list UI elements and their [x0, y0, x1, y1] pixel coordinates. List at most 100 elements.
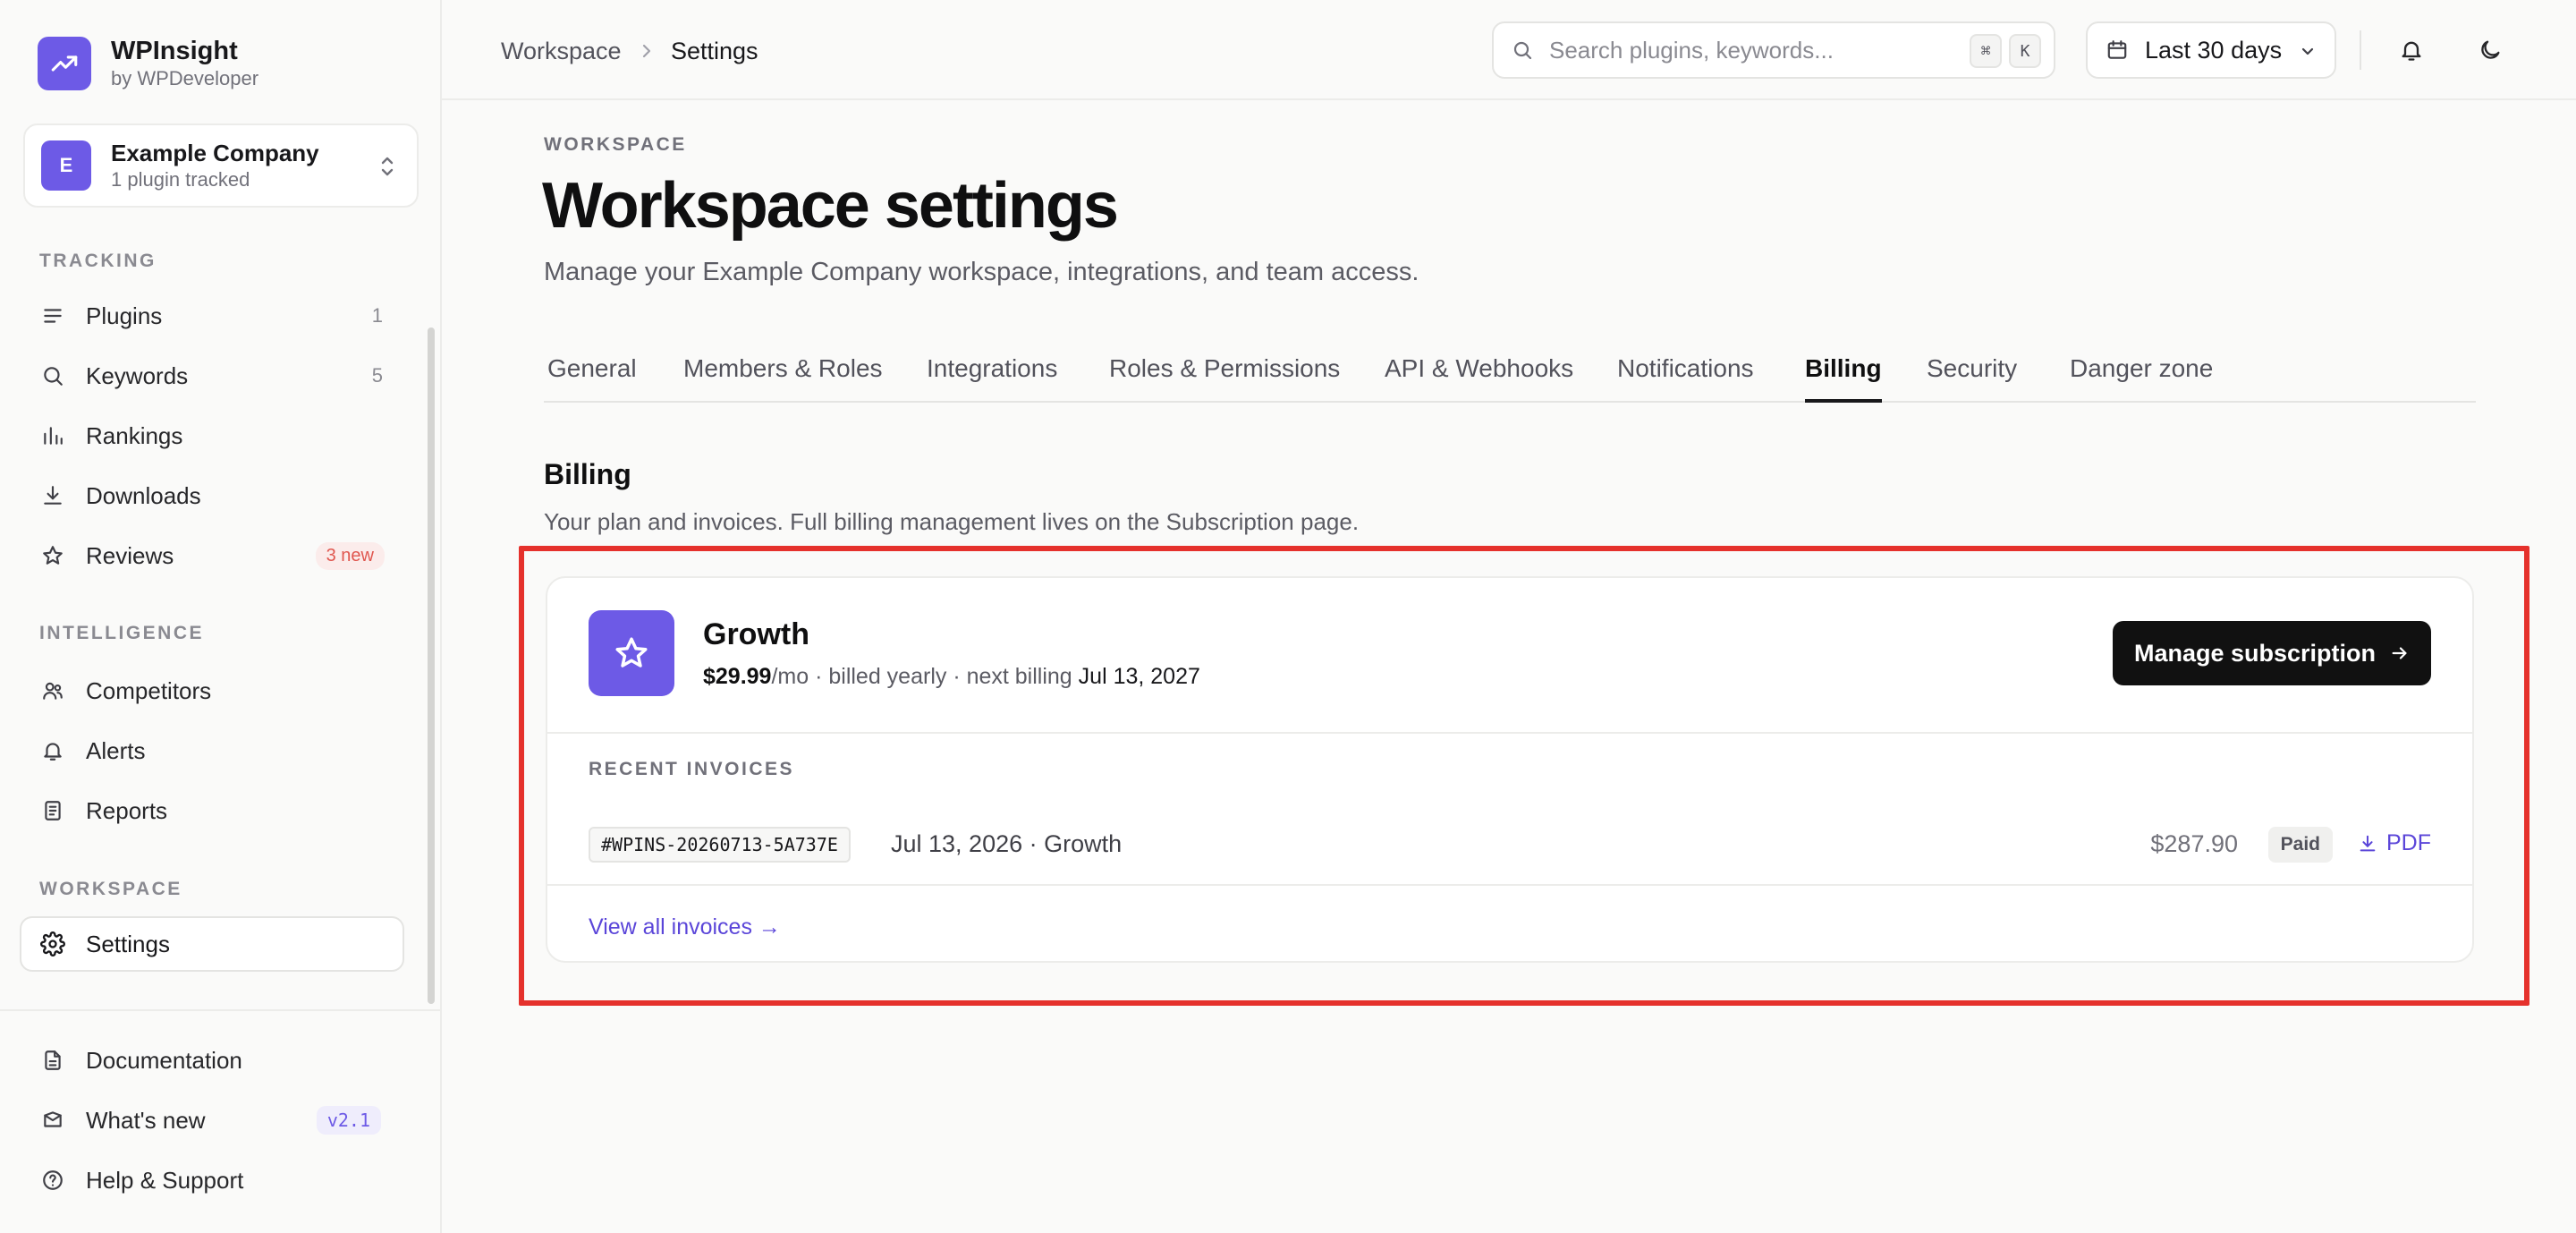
star-icon	[39, 542, 66, 569]
billing-section-description: Your plan and invoices. Full billing man…	[544, 508, 1360, 535]
chevrons-up-down-icon	[377, 154, 397, 179]
sidebar-item-label: Keywords	[86, 361, 189, 389]
search-input[interactable]	[1549, 36, 1961, 64]
manage-subscription-button[interactable]: Manage subscription	[2113, 621, 2431, 685]
sidebar-item-reports[interactable]: Reports	[21, 783, 402, 838]
view-all-invoices-link[interactable]: View all invoices →	[589, 914, 781, 940]
document-icon	[39, 1047, 66, 1074]
sidebar-item-label: Help & Support	[86, 1166, 244, 1194]
company-switcher[interactable]: E Example Company 1 plugin tracked	[23, 123, 419, 208]
date-range-label: Last 30 days	[2145, 36, 2283, 64]
sidebar-item-label: Settings	[86, 930, 170, 957]
plan-name: Growth	[703, 617, 809, 651]
settings-tabs: General Members & Roles Integrations Rol…	[544, 345, 2476, 403]
sidebar: WPInsight by WPDeveloper E Example Compa…	[0, 0, 442, 1233]
sidebar-item-label: Downloads	[86, 481, 201, 509]
plan-next-date: Jul 13, 2027	[1078, 664, 1200, 689]
sidebar-item-alerts[interactable]: Alerts	[21, 723, 402, 778]
plugins-count: 1	[371, 304, 383, 327]
tab-security[interactable]: Security	[1927, 354, 2017, 403]
kbd-k: K	[2009, 34, 2041, 68]
gift-icon	[39, 1107, 66, 1134]
plan-price: $29.99	[703, 664, 772, 689]
kbd-command: ⌘	[1970, 34, 2002, 68]
brand-name: WPInsight	[111, 37, 238, 65]
billing-card: Growth $29.99/mo · billed yearly · next …	[546, 576, 2474, 963]
sidebar-item-plugins[interactable]: Plugins 1	[21, 288, 402, 344]
tab-integrations[interactable]: Integrations	[927, 354, 1057, 403]
sidebar-item-help-support[interactable]: Help & Support	[21, 1152, 402, 1208]
sidebar-scrollbar[interactable]	[428, 327, 435, 1004]
tab-roles-permissions[interactable]: Roles & Permissions	[1109, 354, 1340, 403]
sidebar-item-label: Documentation	[86, 1046, 242, 1074]
sidebar-item-label: Plugins	[86, 302, 163, 329]
card-divider	[547, 884, 2472, 886]
date-range-select[interactable]: Last 30 days	[2086, 21, 2336, 79]
moon-icon[interactable]	[2472, 32, 2508, 68]
sidebar-item-label: Competitors	[86, 676, 212, 704]
company-subtitle: 1 plugin tracked	[111, 168, 250, 191]
sidebar-item-downloads[interactable]: Downloads	[21, 468, 402, 523]
arrow-right-icon	[2390, 643, 2410, 663]
list-icon	[39, 302, 66, 329]
download-icon	[39, 482, 66, 509]
sidebar-item-rankings[interactable]: Rankings	[21, 408, 402, 463]
breadcrumb-workspace[interactable]: Workspace	[501, 36, 622, 66]
brand-subtitle: by WPDeveloper	[111, 67, 259, 89]
download-icon	[2358, 834, 2386, 854]
tab-members-roles[interactable]: Members & Roles	[683, 354, 883, 403]
notifications-bell-icon[interactable]	[2394, 32, 2429, 68]
section-label-workspace: WORKSPACE	[39, 879, 182, 899]
users-icon	[39, 677, 66, 704]
manage-subscription-label: Manage subscription	[2133, 639, 2377, 667]
help-icon	[39, 1167, 66, 1194]
invoice-id: #WPINS-20260713-5A737E	[589, 827, 851, 863]
sidebar-item-reviews[interactable]: Reviews 3 new	[21, 528, 402, 583]
brand[interactable]: WPInsight by WPDeveloper	[38, 36, 258, 91]
tab-notifications[interactable]: Notifications	[1617, 354, 1754, 403]
page-description: Manage your Example Company workspace, i…	[544, 258, 1419, 286]
card-divider	[547, 732, 2472, 734]
report-icon	[39, 797, 66, 824]
company-name: Example Company	[111, 140, 319, 166]
search-icon	[1512, 39, 1533, 61]
tab-danger-zone[interactable]: Danger zone	[2070, 354, 2213, 403]
bar-chart-icon	[39, 422, 66, 449]
search-icon	[39, 362, 66, 389]
sidebar-item-whats-new[interactable]: What's new v2.1	[21, 1093, 402, 1148]
sidebar-item-documentation[interactable]: Documentation	[21, 1033, 402, 1088]
tab-billing[interactable]: Billing	[1805, 354, 1882, 403]
tab-api-webhooks[interactable]: API & Webhooks	[1385, 354, 1573, 403]
section-label-intelligence: INTELLIGENCE	[39, 623, 205, 643]
bell-icon	[39, 737, 66, 764]
tab-general[interactable]: General	[547, 354, 637, 403]
invoice-pdf-link[interactable]: PDF	[2358, 830, 2431, 856]
page-title: Workspace settings	[542, 170, 1119, 242]
sidebar-item-settings[interactable]: Settings	[20, 916, 404, 972]
topbar: Workspace Settings ⌘ K Last 30 days	[442, 0, 2576, 100]
page-eyebrow: WORKSPACE	[544, 134, 687, 155]
calendar-icon	[2106, 38, 2129, 62]
sidebar-item-label: Rankings	[86, 421, 183, 449]
plan-period: /mo · billed yearly · next billing	[771, 664, 1079, 689]
invoice-date: Jul 13, 2026 · Growth	[891, 830, 1123, 857]
trend-up-icon	[38, 37, 91, 90]
reviews-new-badge: 3 new	[315, 541, 385, 570]
sidebar-item-label: Reviews	[86, 541, 174, 569]
sidebar-item-label: What's new	[86, 1106, 206, 1134]
keywords-count: 5	[371, 364, 383, 387]
star-icon	[589, 610, 674, 696]
invoice-amount: $287.90	[2150, 830, 2238, 857]
sidebar-item-label: Alerts	[86, 736, 146, 764]
chevron-right-icon	[640, 41, 653, 61]
company-avatar: E	[41, 140, 91, 191]
version-badge: v2.1	[316, 1106, 381, 1135]
sidebar-item-keywords[interactable]: Keywords 5	[21, 348, 402, 404]
breadcrumb-settings: Settings	[671, 38, 758, 64]
search-box[interactable]: ⌘ K	[1492, 21, 2055, 79]
invoice-status-badge: Paid	[2267, 827, 2333, 863]
pdf-label: PDF	[2386, 830, 2431, 855]
recent-invoices-label: RECENT INVOICES	[589, 759, 795, 779]
section-label-tracking: TRACKING	[39, 251, 157, 271]
sidebar-item-competitors[interactable]: Competitors	[21, 663, 402, 719]
